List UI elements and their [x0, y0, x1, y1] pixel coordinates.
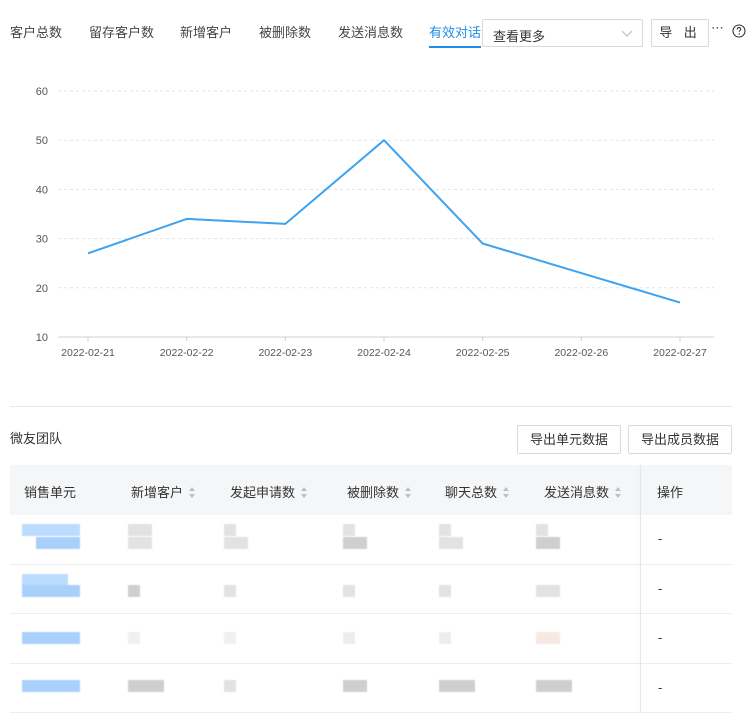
redacted-cell	[22, 584, 80, 597]
x-tick-label: 2022-02-26	[554, 347, 608, 359]
export-button[interactable]: 导 出	[651, 19, 709, 47]
col-label: 销售单元	[24, 485, 77, 500]
view-more-select[interactable]: 查看更多	[482, 19, 643, 47]
table-row: -	[10, 663, 732, 713]
select-value: 查看更多	[493, 29, 546, 44]
redacted-cell	[536, 584, 560, 597]
table-row: -	[10, 515, 732, 565]
redacted-cell	[36, 537, 80, 549]
redacted-cell	[439, 524, 451, 536]
x-tick-label: 2022-02-21	[61, 347, 115, 359]
y-tick-label: 10	[36, 332, 48, 344]
x-tick-label: 2022-02-22	[160, 347, 214, 359]
col-label: 操作	[657, 485, 684, 500]
redacted-cell	[343, 632, 355, 644]
more-icon[interactable]: ⋯	[711, 20, 724, 36]
export-member-data-button[interactable]: 导出成员数据	[628, 425, 732, 454]
table-header: 销售单元 新增客户 发起申请数 被删除数 聊天总数 发送消息数 操作	[10, 465, 732, 515]
table-row: -	[10, 614, 732, 664]
redacted-cell	[439, 584, 451, 597]
redacted-cell	[128, 679, 164, 692]
team-title: 微友团队	[10, 431, 63, 446]
chevron-down-icon	[621, 30, 633, 37]
section-divider	[10, 406, 732, 407]
tab-messages-sent[interactable]: 发送消息数	[338, 22, 403, 41]
y-tick-label: 30	[36, 234, 48, 246]
sort-icon[interactable]	[503, 487, 510, 499]
row-operation[interactable]: -	[658, 581, 662, 596]
redacted-cell	[536, 679, 572, 692]
tab-valid-conversations[interactable]: 有效对话	[429, 22, 481, 41]
redacted-cell	[343, 537, 367, 549]
col-label: 聊天总数	[445, 485, 498, 500]
redacted-cell	[536, 524, 548, 536]
sort-icon[interactable]	[405, 487, 412, 499]
active-tab-indicator	[429, 46, 481, 48]
sort-icon[interactable]	[189, 487, 196, 499]
sort-icon[interactable]	[301, 487, 308, 499]
col-new-customers[interactable]: 新增客户	[131, 482, 196, 501]
redacted-cell	[224, 679, 236, 692]
sales-unit-table: 销售单元 新增客户 发起申请数 被删除数 聊天总数 发送消息数 操作 - - -…	[10, 465, 732, 713]
col-label: 发起申请数	[230, 485, 296, 500]
y-tick-label: 60	[36, 86, 48, 98]
redacted-cell	[343, 679, 367, 692]
table-row: -	[10, 564, 732, 614]
redacted-cell	[439, 679, 475, 692]
col-label: 被删除数	[347, 485, 400, 500]
row-operation[interactable]: -	[658, 680, 662, 695]
redacted-cell	[22, 524, 80, 536]
y-tick-label: 20	[36, 283, 48, 295]
col-chat-total[interactable]: 聊天总数	[445, 482, 510, 501]
y-tick-label: 40	[36, 184, 48, 196]
tab-deleted-count[interactable]: 被删除数	[259, 22, 311, 41]
redacted-cell	[128, 537, 152, 549]
col-messages-sent[interactable]: 发送消息数	[544, 482, 622, 501]
redacted-cell	[128, 632, 140, 644]
redacted-cell	[439, 632, 451, 644]
redacted-cell	[224, 537, 248, 549]
sort-icon[interactable]	[615, 487, 622, 499]
x-tick-label: 2022-02-23	[258, 347, 312, 359]
redacted-cell	[224, 524, 236, 536]
redacted-cell	[536, 537, 560, 549]
col-label: 新增客户	[131, 485, 184, 500]
tab-new-customers[interactable]: 新增客户	[180, 22, 232, 41]
redacted-cell	[22, 679, 80, 692]
row-operation[interactable]: -	[658, 531, 662, 546]
redacted-cell	[343, 524, 355, 536]
col-applications[interactable]: 发起申请数	[230, 482, 308, 501]
tab-total-customers[interactable]: 客户总数	[10, 22, 62, 41]
col-sales-unit: 销售单元	[24, 482, 76, 501]
redacted-cell	[536, 632, 560, 644]
redacted-cell	[224, 632, 236, 644]
redacted-cell	[128, 584, 140, 597]
x-tick-label: 2022-02-27	[653, 347, 707, 359]
redacted-cell	[224, 584, 236, 597]
redacted-cell	[439, 537, 463, 549]
col-deleted[interactable]: 被删除数	[347, 482, 412, 501]
valid-conversations-line-chart: 10 20 30 40 50 60 2022-02-21 2022-02-22 2022-02-…	[36, 86, 714, 359]
export-unit-data-button[interactable]: 导出单元数据	[517, 425, 621, 454]
redacted-cell	[128, 524, 152, 536]
series-line	[87, 139, 681, 304]
col-label: 发送消息数	[544, 485, 610, 500]
row-operation[interactable]: -	[658, 630, 662, 645]
help-icon[interactable]	[732, 24, 746, 38]
redacted-cell	[343, 584, 355, 597]
x-tick-label: 2022-02-24	[357, 347, 411, 359]
tab-retained-customers[interactable]: 留存客户数	[89, 22, 154, 41]
col-operation: 操作	[657, 482, 683, 501]
x-tick-label: 2022-02-25	[456, 347, 510, 359]
fixed-column-shadow	[640, 465, 641, 713]
y-tick-label: 50	[36, 135, 48, 147]
redacted-cell	[22, 632, 80, 644]
